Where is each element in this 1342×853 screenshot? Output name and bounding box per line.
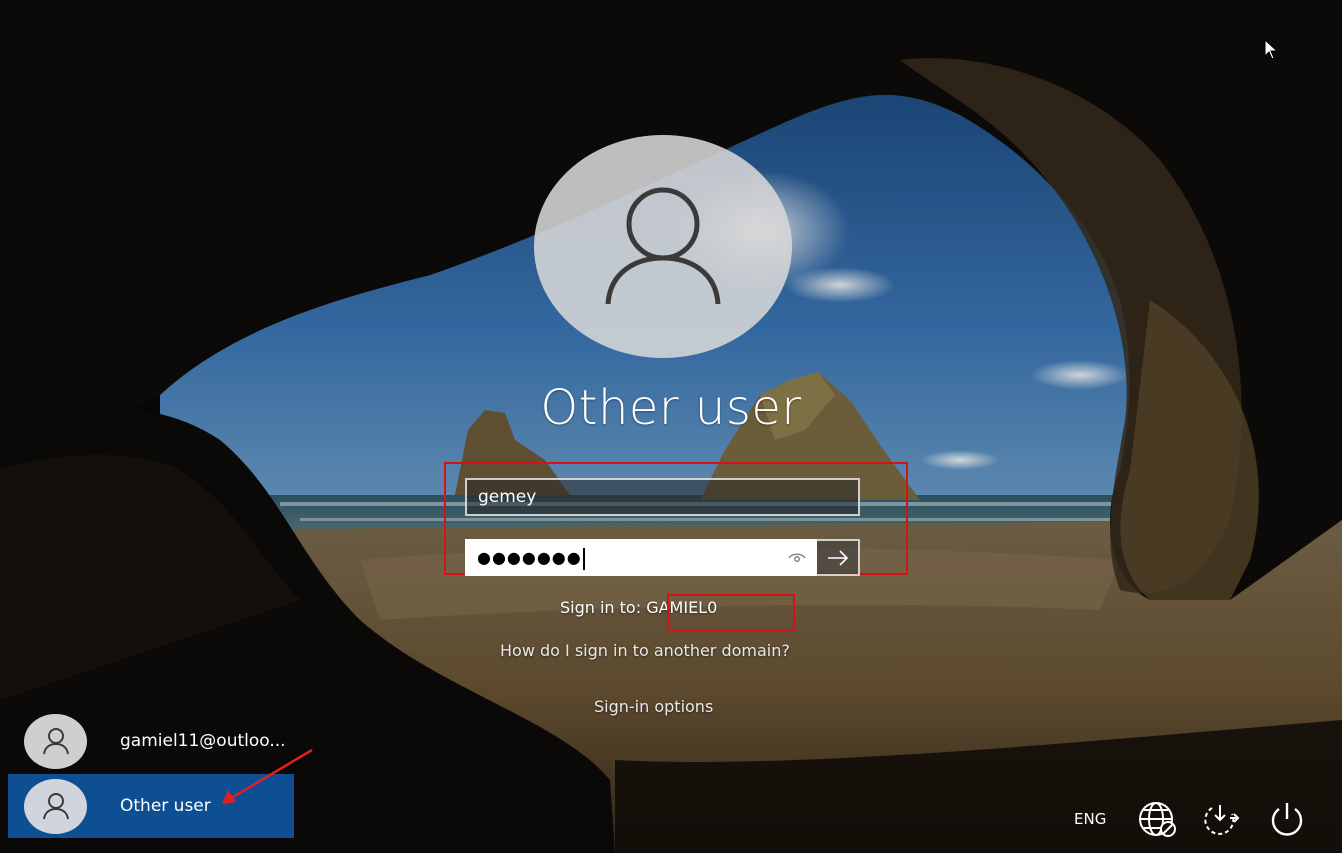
arrow-right-icon	[827, 549, 848, 566]
submit-arrow-button[interactable]	[817, 539, 860, 576]
login-panel: Other user gemey ●●●●●●● Sign in to: GAM…	[0, 0, 1342, 853]
domain-highlight-box	[667, 594, 795, 631]
username-input[interactable]: gemey	[465, 478, 860, 516]
another-domain-link[interactable]: How do I sign in to another domain?	[500, 641, 790, 660]
reveal-password-icon[interactable]	[787, 549, 807, 567]
user-name-title: Other user	[540, 380, 802, 436]
password-mask: ●●●●●●●	[477, 548, 582, 567]
password-input[interactable]: ●●●●●●●	[465, 539, 817, 576]
sign-in-options-link[interactable]: Sign-in options	[594, 697, 713, 716]
user-avatar-large	[534, 135, 792, 358]
user-silhouette-icon	[605, 187, 721, 304]
sign-in-to-label: Sign in to:	[560, 598, 642, 617]
text-caret	[582, 547, 585, 570]
